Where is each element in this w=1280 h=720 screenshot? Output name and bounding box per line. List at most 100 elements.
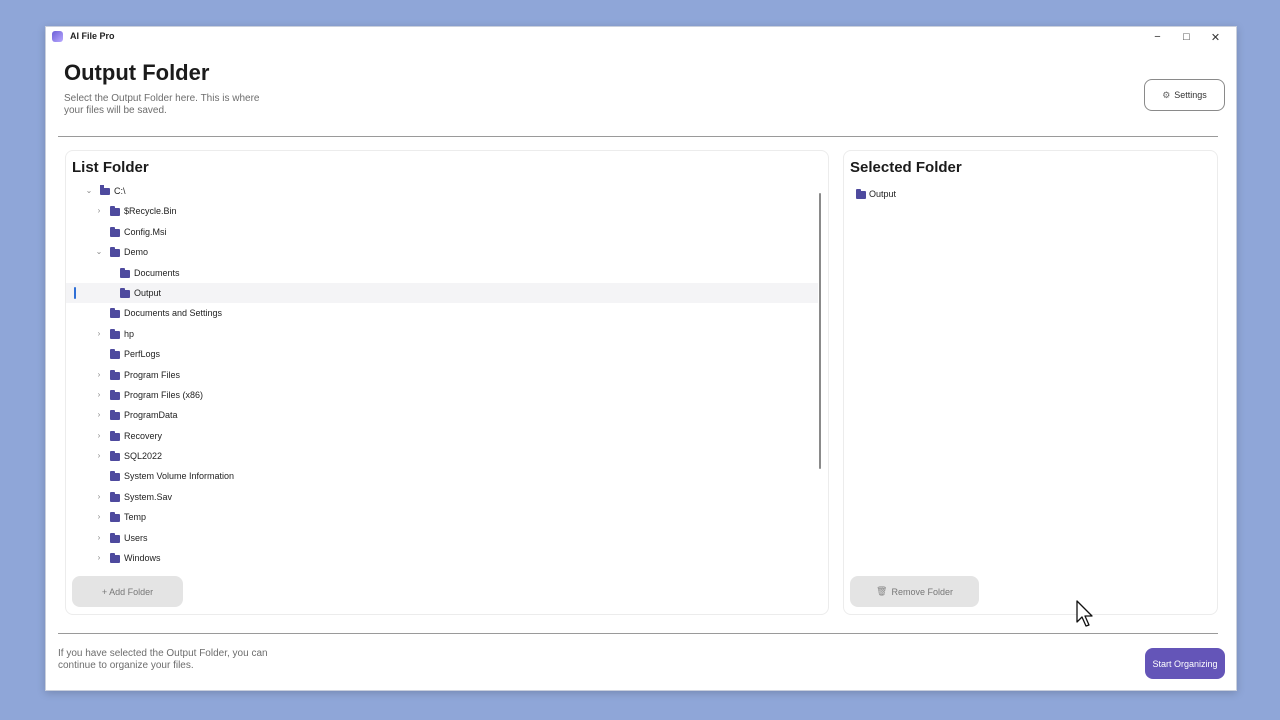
footer-hint: If you have selected the Output Folder, … (58, 648, 268, 671)
tree-item-label: C:\ (114, 186, 126, 196)
folder-icon (110, 471, 120, 482)
maximize-button[interactable]: □ (1172, 29, 1201, 45)
tree-item-label: Documents and Settings (124, 308, 223, 319)
app-logo-icon (52, 31, 63, 42)
tree-item[interactable]: PerfLogs (66, 344, 818, 364)
folder-icon (110, 553, 120, 564)
chevron-right-icon[interactable]: › (94, 206, 104, 215)
selection-indicator (74, 286, 76, 299)
tree-item-label: PerfLogs (124, 349, 161, 360)
tree-item-label: Program Files (124, 369, 181, 380)
folder-icon (110, 308, 120, 319)
tree-item[interactable]: › Users (66, 528, 818, 548)
settings-label: Settings (1174, 90, 1207, 100)
tree-item[interactable]: ⌄ Demo (66, 242, 818, 262)
add-folder-button[interactable]: + Add Folder (72, 576, 183, 607)
footer-divider (58, 633, 1218, 634)
tree-scrollbar[interactable] (819, 193, 821, 469)
tree-item[interactable]: Output (66, 282, 818, 304)
gear-icon: ⚙ (1162, 89, 1171, 100)
chevron-down-icon[interactable]: ⌄ (84, 186, 94, 195)
remove-folder-label: Remove Folder (891, 586, 953, 597)
chevron-right-icon[interactable]: › (94, 410, 104, 419)
folder-icon (110, 389, 120, 400)
chevron-right-icon[interactable]: › (94, 492, 104, 501)
folder-icon (856, 189, 866, 199)
tree-item-label: Documents (134, 267, 180, 278)
folder-icon (110, 410, 120, 421)
selected-folder-title: Selected Folder (850, 159, 962, 176)
chevron-right-icon[interactable]: › (94, 533, 104, 542)
tree-item-label: System Volume Information (124, 471, 235, 482)
tree-item-label: Recovery (124, 430, 163, 441)
folder-icon (110, 369, 120, 380)
folder-icon (110, 430, 120, 441)
page-title: Output Folder (64, 60, 210, 85)
folder-icon (120, 287, 130, 298)
tree-item-label: Users (124, 532, 148, 543)
tree-item-label: hp (124, 328, 135, 339)
chevron-right-icon[interactable]: › (94, 451, 104, 460)
drive-icon (100, 185, 110, 195)
chevron-right-icon[interactable]: › (94, 370, 104, 379)
tree-item[interactable]: Documents (66, 263, 818, 283)
list-folder-title: List Folder (72, 159, 149, 176)
chevron-right-icon[interactable]: › (94, 390, 104, 399)
tree-item[interactable]: › Program Files (66, 365, 818, 385)
folder-icon (110, 247, 120, 258)
folder-tree: ⌄ C:\ › $Recycle.Bin Config.Msi ⌄ Demo Document… (66, 181, 818, 568)
tree-item-label: Windows (124, 553, 161, 564)
selected-folder-panel: Selected Folder Output 🗑 Remove Folder (843, 150, 1218, 615)
tree-item[interactable]: › Program Files (x86) (66, 385, 818, 405)
folder-icon (110, 206, 120, 217)
folder-icon (110, 512, 120, 523)
mouse-cursor-icon (1076, 600, 1093, 627)
folder-icon (110, 226, 120, 237)
tree-item[interactable]: › hp (66, 324, 818, 344)
folder-icon (110, 451, 120, 462)
minimize-button[interactable]: − (1143, 29, 1172, 45)
chevron-right-icon[interactable]: › (94, 553, 104, 562)
chevron-right-icon[interactable]: › (94, 512, 104, 521)
tree-item-label: Temp (124, 512, 147, 523)
close-button[interactable]: ✕ (1201, 29, 1230, 45)
tree-item-label: SQL2022 (124, 451, 163, 462)
header-divider (58, 136, 1218, 137)
window-controls: − □ ✕ (1143, 29, 1230, 45)
tree-item-label: Demo (124, 247, 149, 258)
tree-item-label: $Recycle.Bin (124, 206, 177, 217)
tree-item-label: Config.Msi (124, 226, 167, 237)
chevron-down-icon[interactable]: ⌄ (94, 247, 104, 256)
remove-folder-button[interactable]: 🗑 Remove Folder (850, 576, 979, 607)
tree-item[interactable]: › ProgramData (66, 405, 818, 425)
tree-item[interactable]: › $Recycle.Bin (66, 201, 818, 221)
trash-icon: 🗑 (876, 586, 888, 596)
tree-item-label: System.Sav (124, 491, 173, 502)
title-bar[interactable]: AI File Pro − □ ✕ (46, 27, 1236, 47)
tree-item[interactable]: ⌄ C:\ (66, 181, 818, 201)
selected-folder-label: Output (869, 189, 897, 199)
page-subtitle: Select the Output Folder here. This is w… (64, 93, 260, 116)
tree-item-label: Program Files (x86) (124, 389, 204, 400)
tree-item-label: ProgramData (124, 410, 178, 421)
chevron-right-icon[interactable]: › (94, 329, 104, 338)
tree-item[interactable]: System Volume Information (66, 466, 818, 486)
settings-button[interactable]: ⚙ Settings (1144, 79, 1225, 111)
tree-item-label: Output (134, 287, 162, 298)
tree-item[interactable]: Documents and Settings (66, 303, 818, 323)
tree-item[interactable]: › Recovery (66, 426, 818, 446)
folder-icon (110, 349, 120, 360)
folder-icon (120, 267, 130, 278)
start-organizing-button[interactable]: Start Organizing (1145, 648, 1225, 679)
tree-item[interactable]: Config.Msi (66, 222, 818, 242)
tree-item[interactable]: › System.Sav (66, 487, 818, 507)
tree-item[interactable]: › Temp (66, 507, 818, 527)
tree-item[interactable]: › Windows (66, 548, 818, 568)
tree-item[interactable]: › SQL2022 (66, 446, 818, 466)
list-folder-panel: List Folder ⌄ C:\ › $Recycle.Bin Config.Msi ⌄… (65, 150, 829, 615)
app-window: AI File Pro − □ ✕ Output Folder Select t… (45, 26, 1237, 691)
folder-icon (110, 532, 120, 543)
folder-icon (110, 491, 120, 502)
chevron-right-icon[interactable]: › (94, 431, 104, 440)
app-title: AI File Pro (70, 31, 115, 41)
